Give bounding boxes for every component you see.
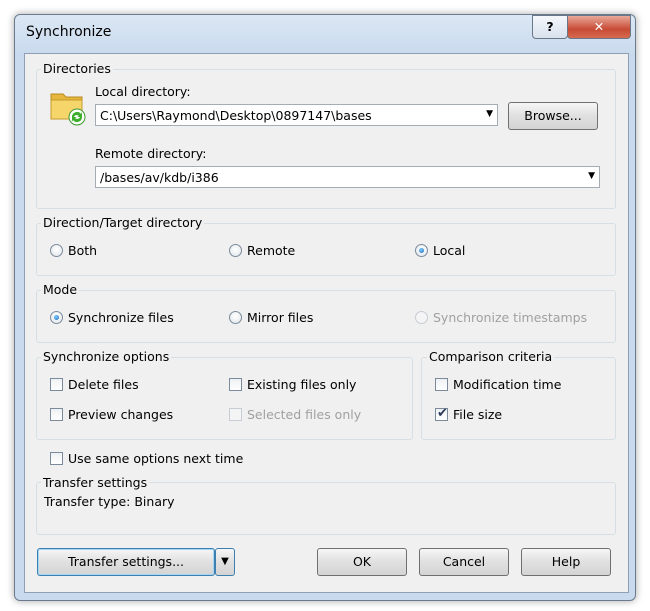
transfer-settings-button[interactable]: Transfer settings... — [37, 548, 215, 576]
sync-options-group — [36, 357, 413, 440]
selected-files-only-label: Selected files only — [247, 407, 362, 422]
selected-files-only-checkbox — [229, 408, 242, 421]
modification-time-checkbox[interactable] — [435, 378, 448, 391]
existing-files-only-checkbox[interactable] — [229, 378, 242, 391]
local-directory-combo[interactable]: C:\Users\Raymond\Desktop\0897147\bases ▼ — [95, 104, 498, 126]
sync-options-group-label: Synchronize options — [41, 349, 172, 364]
delete-files-checkbox[interactable] — [50, 378, 63, 391]
window-title: Synchronize — [26, 24, 112, 40]
mode-synchronize-timestamps-radio — [415, 311, 428, 324]
file-size-label[interactable]: File size — [453, 407, 502, 422]
mode-group-label: Mode — [41, 282, 80, 297]
preview-changes-label[interactable]: Preview changes — [68, 407, 173, 422]
help-button[interactable]: Help — [521, 548, 611, 576]
ok-button-label: OK — [352, 554, 372, 569]
direction-local-label[interactable]: Local — [433, 243, 465, 258]
comparison-criteria-group — [421, 357, 616, 440]
browse-button[interactable]: Browse... — [508, 102, 598, 130]
folder-sync-icon — [50, 88, 88, 126]
transfer-settings-dropdown-button[interactable]: ▼ — [215, 548, 235, 576]
help-icon: ? — [546, 19, 554, 34]
title-close-button[interactable]: ✕ — [567, 15, 631, 39]
existing-files-only-label[interactable]: Existing files only — [247, 377, 356, 392]
remote-directory-combo[interactable]: /bases/av/kdb/i386 ▼ — [95, 166, 600, 188]
chevron-down-icon: ▼ — [486, 109, 493, 119]
direction-remote-radio[interactable] — [229, 244, 242, 257]
chevron-down-icon: ▼ — [588, 171, 595, 181]
title-help-button[interactable]: ? — [532, 15, 568, 39]
direction-group-label: Direction/Target directory — [41, 215, 205, 230]
direction-local-radio[interactable] — [415, 244, 428, 257]
caret-down-icon: ▼ — [221, 556, 229, 567]
mode-synchronize-files-label[interactable]: Synchronize files — [68, 310, 174, 325]
local-directory-label: Local directory: — [95, 84, 191, 99]
remote-directory-label: Remote directory: — [95, 146, 207, 161]
modification-time-label[interactable]: Modification time — [453, 377, 561, 392]
remote-directory-value: /bases/av/kdb/i386 — [100, 170, 219, 185]
browse-button-label: Browse... — [524, 108, 582, 123]
mode-mirror-files-label[interactable]: Mirror files — [247, 310, 313, 325]
direction-remote-label[interactable]: Remote — [247, 243, 295, 258]
ok-button[interactable]: OK — [317, 548, 407, 576]
direction-both-radio[interactable] — [50, 244, 63, 257]
preview-changes-checkbox[interactable] — [50, 408, 63, 421]
use-same-options-label[interactable]: Use same options next time — [68, 451, 243, 466]
mode-synchronize-timestamps-label: Synchronize timestamps — [433, 310, 588, 325]
transfer-settings-group-label: Transfer settings — [41, 475, 150, 490]
help-button-label: Help — [551, 554, 581, 569]
delete-files-label[interactable]: Delete files — [68, 377, 139, 392]
transfer-type-text: Transfer type: Binary — [44, 494, 175, 509]
file-size-checkbox[interactable]: ✔ — [435, 406, 448, 421]
local-directory-value: C:\Users\Raymond\Desktop\0897147\bases — [100, 108, 372, 123]
mode-mirror-files-radio[interactable] — [229, 311, 242, 324]
direction-group — [36, 223, 616, 276]
mode-synchronize-files-radio[interactable] — [50, 311, 63, 324]
direction-both-label[interactable]: Both — [68, 243, 97, 258]
cancel-button-label: Cancel — [442, 554, 486, 569]
checkmark-icon: ✔ — [437, 406, 448, 421]
directories-group-label: Directories — [41, 61, 113, 76]
cancel-button[interactable]: Cancel — [419, 548, 509, 576]
comparison-criteria-group-label: Comparison criteria — [427, 349, 555, 364]
close-icon: ✕ — [593, 19, 605, 34]
use-same-options-checkbox[interactable] — [50, 452, 63, 465]
transfer-settings-button-label: Transfer settings... — [67, 554, 184, 569]
